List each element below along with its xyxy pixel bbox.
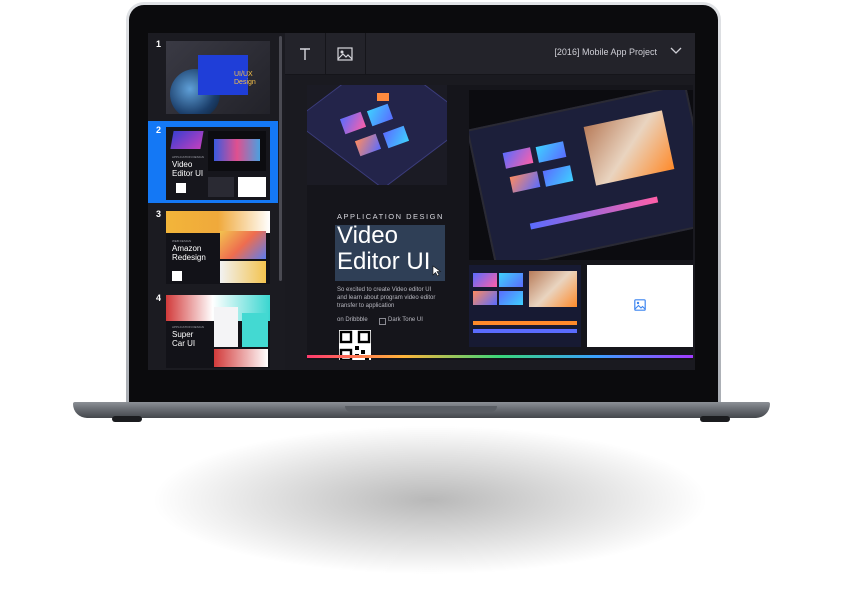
editor-canvas: APPLICATION DESIGN Video Editor UI So ex… xyxy=(285,75,695,370)
slide-title: Video xyxy=(172,160,193,169)
slide-preview: WEB DESIGN Amazon Redesign xyxy=(166,211,270,284)
slide-number: 1 xyxy=(156,39,162,49)
slide-title: Amazon xyxy=(172,244,202,253)
slide-thumb-4[interactable]: 4 APPLICATION DESIGN Super Car UI xyxy=(148,289,278,370)
slide-subtitle: Car UI xyxy=(172,339,196,348)
laptop-foot-right xyxy=(700,416,730,422)
slide-preview: UI/UX Design xyxy=(166,41,270,114)
slide-title-line2[interactable]: Editor UI xyxy=(337,249,430,275)
project-title[interactable]: [2016] Mobile App Project xyxy=(554,47,657,57)
image-placeholder[interactable] xyxy=(587,265,693,347)
slide-number: 4 xyxy=(156,293,162,303)
chevron-down-icon[interactable] xyxy=(669,43,683,57)
editor-image xyxy=(469,265,581,347)
slide-subtitle: Design xyxy=(234,79,256,86)
dribbble-link[interactable]: on Dribbble xyxy=(337,317,368,323)
slide-eyebrow: APPLICATION DESIGN xyxy=(172,155,204,159)
cursor-icon xyxy=(432,265,442,277)
slide-title: UI/UX xyxy=(234,71,253,78)
slides-sidebar: 1 UI/UX Design 2 APPLICATION DESIGN Vide… xyxy=(148,33,285,370)
description-line: and learn about program video editor xyxy=(337,295,436,301)
laptop-foot-left xyxy=(112,416,142,422)
top-toolbar: [2016] Mobile App Project xyxy=(285,33,695,75)
slide-subtitle: Redesign xyxy=(172,253,206,262)
image-placeholder-icon xyxy=(634,299,646,311)
dark-tone-checkbox[interactable] xyxy=(379,318,386,325)
slide-number: 3 xyxy=(156,209,162,219)
image-icon xyxy=(337,46,353,61)
slide-title: Super xyxy=(172,330,194,339)
slide-thumb-3[interactable]: 3 WEB DESIGN Amazon Redesign xyxy=(148,205,278,287)
text-icon xyxy=(300,47,310,60)
slide-eyebrow: APPLICATION DESIGN xyxy=(172,325,204,329)
slide-preview: APPLICATION DESIGN Video Editor UI xyxy=(166,127,270,200)
tablet-image xyxy=(469,90,693,260)
slide-preview: APPLICATION DESIGN Super Car UI xyxy=(166,295,270,368)
laptop-shadow xyxy=(150,425,710,575)
app-screen: 1 UI/UX Design 2 APPLICATION DESIGN Vide… xyxy=(148,33,695,370)
slide-thumb-2[interactable]: 2 APPLICATION DESIGN Video Editor UI xyxy=(148,121,278,203)
slide-thumb-1[interactable]: 1 UI/UX Design xyxy=(148,35,278,117)
slide-subtitle: Editor UI xyxy=(172,169,204,178)
slide-number: 2 xyxy=(156,125,162,135)
sidebar-scrollbar[interactable] xyxy=(279,36,282,281)
slide-title-line1[interactable]: Video xyxy=(337,223,398,249)
description-line: transfer to application xyxy=(337,303,395,309)
image-tool-button[interactable] xyxy=(325,33,366,74)
description-line: So excited to create Video editor UI xyxy=(337,287,432,293)
rainbow-divider xyxy=(307,355,693,358)
dark-tone-label: Dark Tone UI xyxy=(388,317,423,323)
slide-canvas: APPLICATION DESIGN Video Editor UI So ex… xyxy=(307,85,693,360)
slide-eyebrow: APPLICATION DESIGN xyxy=(337,212,444,221)
slide-eyebrow: WEB DESIGN xyxy=(172,239,192,243)
hero-image xyxy=(307,85,447,185)
laptop-notch xyxy=(345,406,497,412)
text-tool-button[interactable] xyxy=(285,33,326,74)
